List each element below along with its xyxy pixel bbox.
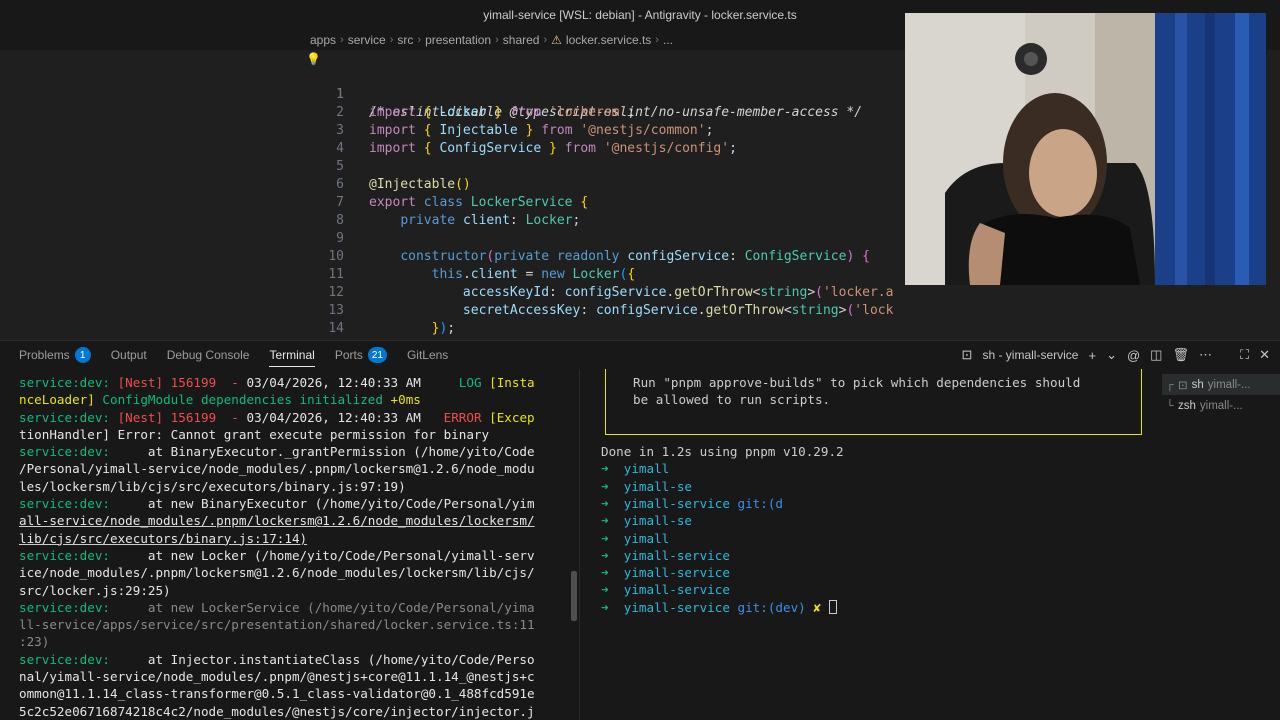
breadcrumb-service[interactable]: service [348, 33, 386, 47]
tab-gitlens[interactable]: GitLens [397, 341, 458, 369]
panel-actions: ⊡ sh - yimall-service + ⌄ @ ◫ 🗑 ⋯ ⛶ ✕ [962, 346, 1270, 364]
terminal-line: src/locker.js:29:25) [19, 582, 171, 598]
tab-label: Debug Console [166, 348, 250, 362]
code-line: 14 } [0, 302, 1280, 340]
terminal-split-divider[interactable] [579, 369, 580, 720]
terminal-line: be allowed to run scripts. [633, 392, 831, 408]
more-icon[interactable]: ⋯ [1199, 347, 1212, 363]
terminal-list-label: zsh [1178, 399, 1196, 412]
terminal-list-item-zsh[interactable]: └ zsh yimall-... [1162, 395, 1280, 416]
prompt-line: ➜ yimall-se [601, 513, 692, 529]
prompt-line[interactable]: ➜ yimall-service git:(dev) ✘ [601, 599, 837, 616]
maximize-icon[interactable]: ⛶ [1240, 347, 1249, 363]
terminal-scrollbar[interactable] [571, 571, 577, 621]
terminal-line: les/lockersm/lib/cjs/src/executors/binar… [19, 478, 406, 494]
chevron-right-icon: › [655, 34, 659, 46]
prompt-line: ➜ yimall [601, 530, 670, 546]
terminal-line: Done in 1.2s using pnpm v10.29.2 [601, 444, 844, 459]
prompt-line: ➜ yimall-service [601, 582, 730, 598]
terminal-line: ice/node_modules/.pnpm/lockersm@1.2.6/no… [19, 565, 535, 581]
breadcrumb-src[interactable]: src [397, 33, 413, 47]
terminal-line: service:dev: at BinaryExecutor._grantPer… [19, 444, 535, 460]
breadcrumb-shared[interactable]: shared [503, 33, 540, 47]
code-line: 13 }); [0, 284, 1280, 336]
chevron-down-icon[interactable]: ⌄ [1106, 347, 1117, 363]
breadcrumb-more[interactable]: ... [663, 33, 673, 47]
prompt-line: ➜ yimall-service [601, 547, 730, 563]
chevron-right-icon: › [495, 34, 499, 46]
terminal-list-item-sh[interactable]: ┌ ⊡ sh yimall-... [1162, 374, 1280, 395]
terminal-right[interactable]: Run "pnpm approve-builds" to pick which … [601, 369, 1151, 674]
terminal-list: ┌ ⊡ sh yimall-... └ zsh yimall-... [1162, 374, 1280, 416]
breadcrumb-apps[interactable]: apps [310, 33, 336, 47]
terminal-line: service:dev: at new LockerService (/home… [19, 599, 535, 615]
breadcrumb-presentation[interactable]: presentation [425, 33, 491, 47]
terminal-left[interactable]: service:dev: [Nest] 156199 - 03/04/2026,… [19, 374, 571, 720]
terminal-line: ll-service/apps/service/src/presentation… [19, 617, 535, 633]
terminal-cursor [828, 599, 837, 614]
terminal-line: tionHandler] Error: Cannot grant execute… [19, 426, 490, 442]
terminal-line: service:dev: at new Locker (/home/yito/C… [19, 547, 535, 563]
tab-label: Terminal [269, 348, 315, 362]
lightbulb-icon[interactable]: 💡 [306, 50, 321, 68]
terminal-icon: ⊡ [1178, 379, 1188, 392]
terminal-line: ommon@11.1.14_class-transformer@0.5.1_cl… [19, 686, 535, 702]
terminal-line: service:dev: [Nest] 156199 - 03/04/2026,… [19, 375, 535, 390]
tab-debug-console[interactable]: Debug Console [157, 341, 260, 369]
breadcrumb-file[interactable]: locker.service.ts [566, 33, 651, 47]
terminal-line: service:dev: at new BinaryExecutor (/hom… [19, 496, 535, 512]
terminal-line: /Personal/yimall-service/node_modules/.p… [19, 461, 535, 477]
terminal-line: :23) [19, 634, 50, 650]
terminal-list-sub: yimall-... [1199, 399, 1243, 412]
webcam-feed [905, 13, 1266, 285]
tab-label: Problems [19, 348, 70, 362]
bottom-panel: Problems 1 Output Debug Console Terminal… [0, 340, 1280, 720]
terminal-line: nal/yimall-service/node_modules/.pnpm/@n… [19, 669, 535, 685]
prompt-line: ➜ yimall [601, 461, 670, 477]
tab-label: GitLens [406, 348, 449, 362]
terminal-line: nceLoader] ConfigModule dependencies ini… [19, 392, 421, 408]
problems-count-badge: 1 [74, 347, 91, 363]
webcam-overlay [905, 13, 1266, 285]
typescript-file-icon: ⚠ [551, 33, 562, 47]
tab-label: Ports [334, 348, 363, 362]
trash-icon[interactable]: 🗑 [1172, 347, 1189, 363]
tree-connector-icon: ┌ [1166, 378, 1174, 391]
tree-connector-icon: └ [1166, 399, 1174, 412]
prompt-line: ➜ yimall-se [601, 478, 692, 494]
split-terminal-icon[interactable]: ◫ [1150, 347, 1162, 363]
terminal-line: service:dev: [Nest] 156199 - 03/04/2026,… [19, 409, 535, 425]
chevron-right-icon: › [417, 34, 422, 46]
plus-icon[interactable]: + [1088, 348, 1096, 363]
breadcrumb[interactable]: apps › service › src › presentation › sh… [310, 31, 673, 49]
terminal-icon: ⊡ [961, 347, 973, 362]
at-sign-icon[interactable]: @ [1127, 348, 1140, 363]
ports-count-badge: 21 [367, 347, 387, 363]
terminal-list-sub: yimall-... [1207, 378, 1251, 391]
terminal-link-line[interactable]: lib/cjs/src/executors/binary.js:17:14) [19, 530, 571, 547]
close-icon[interactable]: ✕ [1259, 347, 1270, 363]
tab-terminal[interactable]: Terminal [259, 341, 324, 369]
chevron-right-icon: › [389, 34, 394, 46]
code-line: 15 [0, 320, 1280, 340]
tab-ports[interactable]: Ports 21 [325, 341, 397, 369]
terminal-list-label: sh [1191, 378, 1204, 391]
terminal-line: 5c2c52e06716874218c4c2/node_modules/@nes… [19, 703, 535, 719]
tab-problems[interactable]: Problems 1 [9, 341, 101, 369]
prompt-line: ➜ yimall-service [601, 565, 730, 581]
terminal-line: Run "pnpm approve-builds" to pick which … [633, 375, 1081, 390]
chevron-right-icon: › [543, 34, 548, 46]
tab-label: Output [110, 348, 147, 362]
chevron-right-icon: › [340, 34, 344, 46]
terminal-link-line[interactable]: all-service/node_modules/.pnpm/lockersm@… [19, 512, 571, 529]
tab-output[interactable]: Output [101, 341, 157, 369]
terminal-line: service:dev: at Injector.instantiateClas… [19, 651, 535, 667]
prompt-line: ➜ yimall-service git:(d [601, 495, 783, 511]
terminal-name[interactable]: sh - yimall-service [982, 348, 1078, 362]
